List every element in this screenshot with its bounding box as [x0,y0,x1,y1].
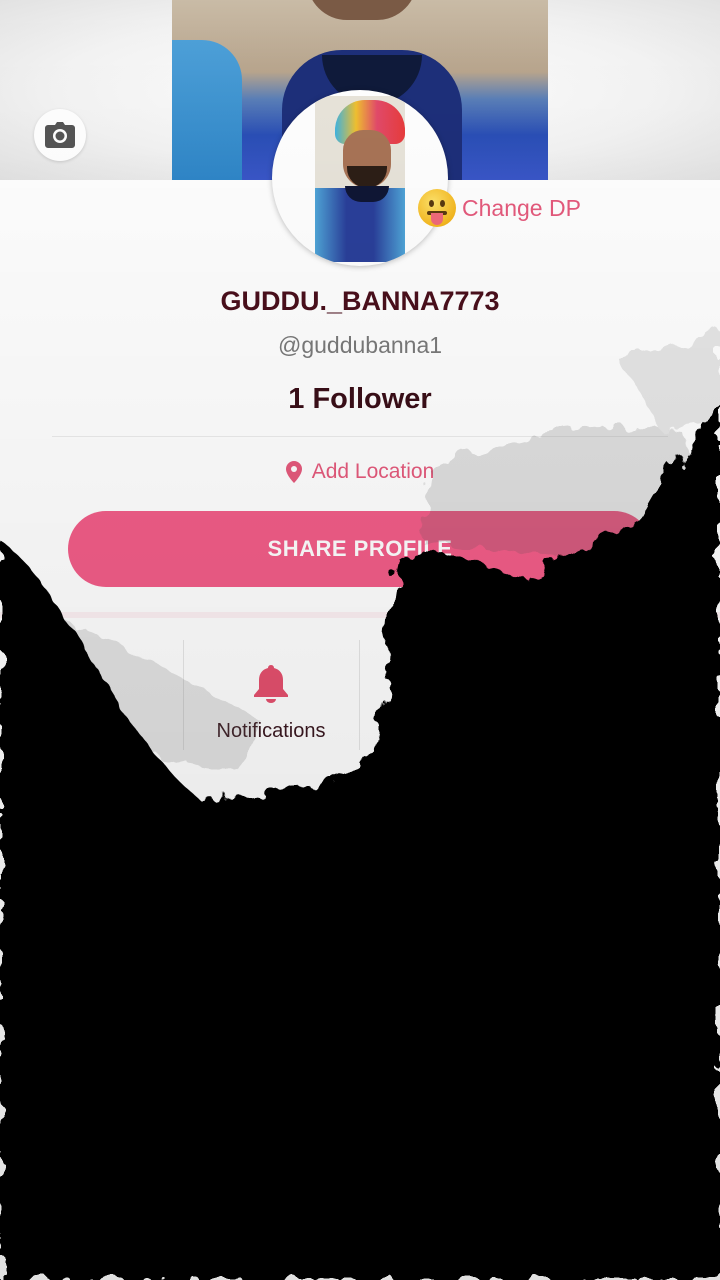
tongue-emoji-icon [418,189,456,227]
section-divider [0,612,720,618]
change-dp-label: Change DP [462,194,581,221]
separator [359,640,360,750]
notifications-button[interactable]: Notifications [183,640,359,750]
change-dp-button[interactable]: Change DP [418,186,581,230]
share-profile-label: SHARE PROFILE [267,536,453,561]
followers-count[interactable]: 1 Follower [0,383,720,416]
notifications-label: Notifications [216,720,326,742]
avatar-image [315,96,405,262]
avatar[interactable] [272,90,448,266]
profile-handle: @guddubanna1 [277,332,443,358]
bell-icon [254,665,288,703]
camera-icon [45,122,75,148]
location-pin-icon [285,461,302,483]
add-location-link[interactable]: Add Location [0,460,720,484]
divider [52,436,668,437]
quick-actions-row: Notifications [0,640,720,750]
change-cover-button[interactable] [34,109,86,161]
share-profile-button[interactable]: SHARE PROFILE [68,511,652,587]
profile-screen: Change DP GUDDU._BANNA7773 @guddubanna1 … [0,0,720,1280]
add-location-label: Add Location [311,460,435,483]
profile-username: GUDDU._BANNA7773 [220,286,500,316]
